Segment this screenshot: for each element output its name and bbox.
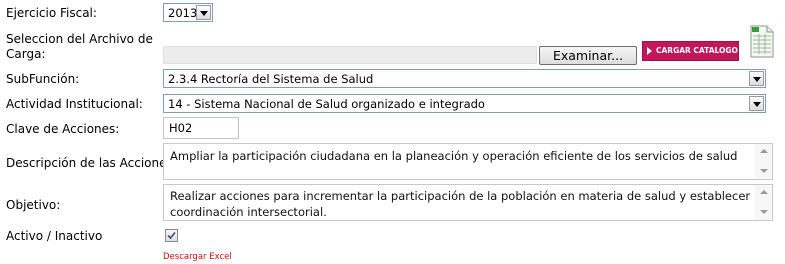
objetivo-text: Realizar acciones para incrementar la pa… — [170, 188, 750, 220]
ejercicio-value: 2013 — [168, 6, 198, 20]
activo-checkbox[interactable] — [165, 229, 178, 242]
descripcion-label: Descripción de las Acciones: — [6, 156, 177, 170]
objetivo-label: Objetivo: — [6, 198, 61, 212]
subfuncion-label: SubFunción: — [6, 72, 80, 86]
checkmark-icon — [167, 231, 176, 240]
cargar-catalogo-button[interactable]: CARGAR CATALOGO — [642, 41, 739, 61]
scroll-down-icon[interactable] — [760, 169, 768, 173]
chevron-down-icon[interactable] — [749, 96, 764, 111]
descripcion-textarea[interactable]: Ampliar la participación ciudadana en la… — [163, 143, 773, 180]
actividad-label: Actividad Institucional: — [6, 97, 143, 111]
descripcion-text: Ampliar la participación ciudadana en la… — [170, 149, 738, 163]
scroll-up-icon[interactable] — [760, 149, 768, 153]
clave-input[interactable]: H02 — [163, 117, 239, 139]
objetivo-line2: coordinación intersectorial. — [170, 205, 327, 219]
objetivo-textarea[interactable]: Realizar acciones para incrementar la pa… — [163, 184, 773, 221]
chevron-down-icon[interactable] — [196, 5, 211, 20]
descargar-excel-link[interactable]: Descargar Excel — [163, 252, 232, 262]
objetivo-scrollbar[interactable] — [755, 185, 772, 220]
actividad-select[interactable]: 14 - Sistema Nacional de Salud organizad… — [163, 94, 766, 113]
activo-label: Activo / Inactivo — [6, 229, 103, 243]
scroll-down-icon[interactable] — [760, 210, 768, 214]
clave-value: H02 — [169, 121, 193, 135]
play-icon — [647, 47, 652, 55]
excel-spreadsheet-icon[interactable] — [750, 25, 774, 58]
objetivo-line1: Realizar acciones para incrementar la pa… — [170, 189, 751, 203]
clave-label: Clave de Acciones: — [6, 122, 120, 136]
file-path-input[interactable] — [163, 46, 537, 64]
actividad-value: 14 - Sistema Nacional de Salud organizad… — [168, 97, 485, 111]
browse-button[interactable]: Examinar... — [539, 46, 637, 65]
subfuncion-select[interactable]: 2.3.4 Rectoría del Sistema de Salud — [163, 69, 766, 88]
archivo-label-line2: Carga: — [6, 47, 46, 61]
archivo-label-line1: Seleccion del Archivo de — [6, 32, 153, 46]
cargar-catalogo-label: CARGAR CATALOGO — [656, 46, 738, 55]
scroll-up-icon[interactable] — [760, 190, 768, 194]
subfuncion-value: 2.3.4 Rectoría del Sistema de Salud — [168, 72, 374, 86]
descripcion-scrollbar[interactable] — [755, 144, 772, 179]
ejercicio-label: Ejercicio Fiscal: — [6, 6, 97, 20]
ejercicio-select[interactable]: 2013 — [163, 3, 213, 22]
chevron-down-icon[interactable] — [749, 71, 764, 86]
